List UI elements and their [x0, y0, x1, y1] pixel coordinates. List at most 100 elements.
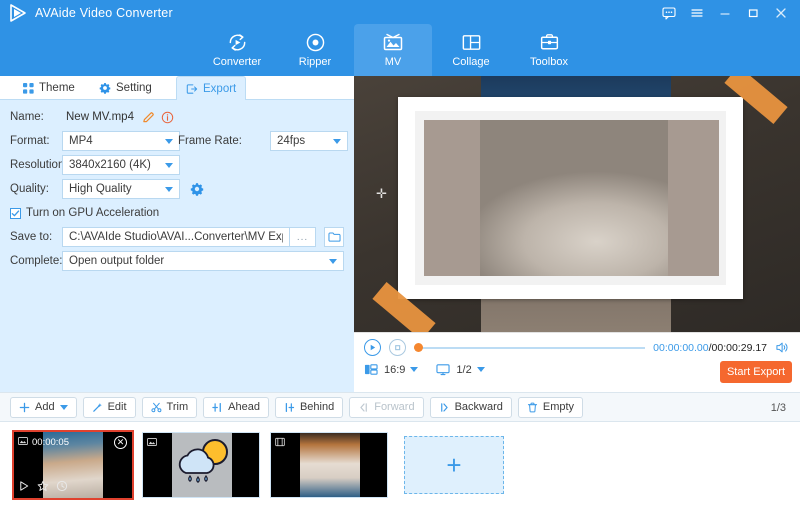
chevron-down-icon — [476, 367, 485, 372]
app-brand: AVAide Video Converter — [8, 3, 173, 23]
behind-button[interactable]: Behind — [274, 396, 344, 418]
main-nav-tabs: Converter Ripper MV Collage Toolbox — [198, 24, 588, 76]
plus-icon: + — [446, 450, 462, 480]
chevron-down-icon — [165, 139, 173, 144]
folder-open-icon[interactable] — [324, 227, 344, 247]
add-clip-tile[interactable]: + — [404, 436, 504, 494]
plus-icon — [19, 402, 30, 413]
nav-tab-label: Converter — [212, 56, 262, 68]
field-row-format: Format: MP4 — [10, 130, 180, 152]
edit-button[interactable]: Edit — [82, 396, 136, 418]
chevron-down-icon — [333, 139, 341, 144]
nav-tab-converter[interactable]: Converter — [198, 24, 276, 76]
time-display: 00:00:00.00/00:00:29.17 — [653, 342, 767, 354]
app-title: AVAide Video Converter — [35, 6, 173, 20]
zoom-level-select[interactable]: 1/2 — [456, 363, 485, 376]
tab-export[interactable]: Export — [176, 76, 247, 100]
nav-tab-collage[interactable]: Collage — [432, 24, 510, 76]
filmstrip-item[interactable]: 00:00:05 ✕ — [12, 430, 134, 500]
browse-button[interactable]: ... — [290, 227, 316, 247]
close-circle-icon[interactable]: ✕ — [114, 436, 127, 449]
export-arrow-icon — [186, 83, 198, 95]
video-preview[interactable]: ✛ ✛ — [354, 76, 800, 332]
start-export-button-player[interactable]: Start Export — [720, 361, 792, 383]
nav-tab-toolbox[interactable]: Toolbox — [510, 24, 588, 76]
play-circle-icon[interactable] — [364, 339, 381, 356]
preview-photo — [424, 120, 719, 276]
tab-label: Setting — [116, 82, 152, 94]
clock-icon[interactable] — [56, 480, 68, 495]
thumbnail-image — [172, 433, 232, 497]
filmstrip-item[interactable] — [142, 432, 260, 498]
window-controls — [656, 2, 794, 24]
seek-handle[interactable] — [414, 343, 423, 352]
complete-select[interactable]: Open output folder — [62, 251, 344, 271]
minimize-icon[interactable] — [712, 2, 738, 24]
player-controls: 00:00:00.00/00:00:29.17 16:9 1/2 Start E… — [354, 332, 800, 390]
quality-settings-gear-icon[interactable] — [190, 182, 204, 196]
disc-icon — [304, 29, 327, 55]
empty-button[interactable]: Empty — [517, 396, 584, 418]
seek-track — [414, 346, 646, 349]
speaker-icon[interactable] — [775, 341, 790, 354]
play-icon[interactable] — [18, 480, 30, 495]
chevron-down-icon — [329, 259, 337, 264]
toolbox-icon — [538, 29, 561, 55]
resolution-value: 3840x2160 (4K) — [69, 159, 151, 171]
stop-circle-icon[interactable] — [389, 339, 406, 356]
insert-before-icon — [212, 402, 223, 413]
clip-tools — [18, 480, 68, 495]
ahead-button[interactable]: Ahead — [203, 396, 269, 418]
feedback-icon[interactable] — [656, 2, 682, 24]
current-time: 00:00:00.00 — [653, 341, 709, 354]
gpu-label: Turn on GPU Acceleration — [26, 207, 160, 219]
nav-tab-ripper[interactable]: Ripper — [276, 24, 354, 76]
button-label: Ahead — [228, 401, 260, 413]
chevron-down-icon — [165, 163, 173, 168]
name-label: Name: — [10, 111, 44, 123]
framerate-value: 24fps — [277, 135, 306, 147]
saveto-path-input[interactable]: C:\AVAIde Studio\AVAI...Converter\MV Exp… — [62, 227, 290, 247]
field-row-complete: Complete: Open output folder — [10, 250, 344, 272]
tab-setting[interactable]: Setting — [90, 76, 161, 100]
seek-bar[interactable] — [414, 342, 646, 354]
quality-label: Quality: — [10, 183, 49, 195]
field-row-quality: Quality: High Quality — [10, 178, 204, 200]
magic-wand-icon — [92, 402, 103, 413]
tab-theme[interactable]: Theme — [14, 76, 84, 100]
clip-type-badge — [275, 437, 285, 450]
clip-type-badge — [147, 437, 157, 450]
close-icon[interactable] — [768, 2, 794, 24]
format-select[interactable]: MP4 — [62, 131, 180, 151]
collage-grid-icon — [460, 29, 483, 55]
resolution-select[interactable]: 3840x2160 (4K) — [62, 155, 180, 175]
forward-button: Forward — [349, 396, 424, 418]
chevron-down-icon — [165, 187, 173, 192]
player-transport-row: 00:00:00.00/00:00:29.17 — [364, 339, 790, 356]
maximize-icon[interactable] — [740, 2, 766, 24]
gpu-acceleration-checkbox[interactable]: Turn on GPU Acceleration — [10, 202, 159, 224]
framerate-select[interactable]: 24fps — [270, 131, 348, 151]
name-value: New MV.mp4 — [66, 111, 134, 123]
scissors-icon — [150, 402, 162, 413]
zoom-level-value: 1/2 — [456, 363, 472, 376]
quality-select[interactable]: High Quality — [62, 179, 180, 199]
trim-button[interactable]: Trim — [141, 396, 198, 418]
filmstrip-item[interactable] — [270, 432, 388, 498]
add-button[interactable]: Add — [10, 396, 77, 418]
framerate-label: Frame Rate: — [178, 135, 242, 147]
panel-tab-strip: Theme Setting Export — [0, 76, 354, 100]
star-icon[interactable] — [37, 480, 49, 495]
nav-tab-mv[interactable]: MV — [354, 24, 432, 76]
move-forward-icon — [358, 402, 369, 413]
menu-icon[interactable] — [684, 2, 710, 24]
pencil-icon[interactable] — [142, 111, 155, 124]
convert-arrows-icon — [226, 29, 249, 55]
saveto-label: Save to: — [10, 231, 53, 243]
info-circle-icon[interactable] — [161, 111, 174, 124]
button-label: Trim — [166, 401, 189, 413]
button-label: Add — [35, 401, 55, 413]
backward-button[interactable]: Backward — [429, 396, 512, 418]
image-icon — [147, 437, 157, 450]
aspect-ratio-select[interactable]: 16:9 — [384, 364, 419, 376]
